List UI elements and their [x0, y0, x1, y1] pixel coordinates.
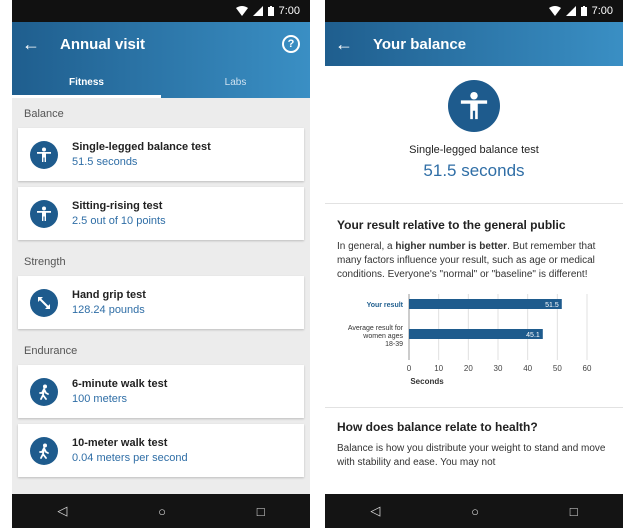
health-section: How does balance relate to health? Balan…: [325, 408, 623, 470]
results-list: Balance Single-legged balance test 51.5 …: [12, 98, 310, 477]
bar-average-result: [409, 329, 543, 339]
bar-your-result: [409, 299, 562, 309]
your-balance-screen: 7:00 ← Your balance Single-legged balanc…: [325, 0, 623, 528]
annual-visit-screen: 7:00 ← Annual visit ? Fitness Labs Balan…: [12, 0, 310, 528]
x-tick-label: 30: [494, 364, 503, 373]
relative-text: In general, a higher number is better. B…: [337, 241, 596, 280]
test-value: 128.24 pounds: [72, 304, 145, 316]
person-icon: [30, 140, 58, 169]
x-tick-label: 60: [583, 364, 592, 373]
test-value: 0.04 meters per second: [72, 452, 188, 464]
comparison-chart: 0 10 20 30 40 50 60 51.5 Your result 45.1 Average …: [325, 290, 623, 408]
wifi-icon: [235, 6, 248, 16]
test-name: Sitting-rising test: [72, 200, 163, 212]
test-card-sitting-rising[interactable]: Sitting-rising test 2.5 out of 10 points: [18, 187, 304, 240]
data-label: 51.5: [545, 302, 559, 309]
help-icon[interactable]: ?: [282, 35, 300, 53]
battery-icon: [267, 6, 274, 16]
resize-arrows-icon: [30, 288, 58, 317]
comparison-bar-chart: 0 10 20 30 40 50 60 51.5 Your result 45.1 Average …: [348, 294, 592, 386]
health-text: Balance is how you distribute your weigh…: [337, 443, 606, 468]
back-arrow-icon[interactable]: ←: [22, 34, 52, 55]
nav-recents-button[interactable]: □: [257, 504, 265, 519]
test-name: 6-minute walk test: [72, 378, 168, 390]
page-title: Annual visit: [60, 35, 146, 53]
nav-home-button[interactable]: ○: [158, 504, 166, 519]
test-name: 10-meter walk test: [72, 437, 168, 449]
person-icon: [448, 80, 500, 132]
test-value: 51.5 seconds: [423, 161, 525, 180]
system-nav-bar: ◁ ○ □: [325, 494, 623, 528]
page-title: Your balance: [373, 35, 467, 53]
result-summary: Single-legged balance test 51.5 seconds: [325, 66, 623, 204]
x-tick-label: 0: [407, 364, 412, 373]
app-bar: ← Annual visit ? Fitness Labs: [12, 22, 310, 98]
status-time: 7:00: [278, 5, 300, 17]
health-heading: How does balance relate to health?: [337, 420, 538, 434]
app-bar: ← Your balance: [325, 22, 623, 66]
test-name: Single-legged balance test: [409, 144, 539, 156]
walking-icon: [30, 377, 58, 406]
test-value: 51.5 seconds: [72, 156, 138, 168]
relative-heading: Your result relative to the general publ…: [337, 218, 566, 232]
status-time: 7:00: [591, 5, 613, 17]
back-arrow-icon[interactable]: ←: [335, 34, 365, 55]
nav-home-button[interactable]: ○: [471, 504, 479, 519]
status-bar: 7:00: [12, 0, 310, 22]
x-tick-label: 50: [553, 364, 562, 373]
section-label-balance: Balance: [24, 108, 64, 120]
walking-icon: [30, 436, 58, 465]
category-label: Your result: [367, 302, 404, 309]
tab-labs[interactable]: Labs: [161, 66, 310, 98]
x-axis-label: Seconds: [410, 377, 444, 386]
x-tick-label: 40: [523, 364, 532, 373]
test-name: Single-legged balance test: [72, 141, 211, 153]
battery-icon: [580, 6, 587, 16]
person-icon: [30, 199, 58, 228]
category-label: Average result for women ages 18-39: [348, 325, 404, 348]
nav-recents-button[interactable]: □: [570, 504, 578, 519]
signal-icon: [252, 6, 263, 16]
nav-back-button[interactable]: ◁: [57, 503, 67, 519]
data-label: 45.1: [526, 332, 540, 339]
nav-back-button[interactable]: ◁: [370, 503, 380, 519]
test-card-single-legged[interactable]: Single-legged balance test 51.5 seconds: [18, 128, 304, 181]
tab-bar: Fitness Labs: [12, 66, 310, 98]
x-tick-label: 10: [434, 364, 443, 373]
test-card-10-meter-walk[interactable]: 10-meter walk test 0.04 meters per secon…: [18, 424, 304, 477]
relative-section: Your result relative to the general publ…: [325, 204, 623, 282]
tab-fitness[interactable]: Fitness: [12, 66, 161, 98]
test-value: 2.5 out of 10 points: [72, 215, 166, 227]
wifi-icon: [548, 6, 561, 16]
x-tick-label: 20: [464, 364, 473, 373]
status-bar: 7:00: [325, 0, 623, 22]
test-card-hand-grip[interactable]: Hand grip test 128.24 pounds: [18, 276, 304, 329]
section-label-endurance: Endurance: [24, 345, 78, 357]
signal-icon: [565, 6, 576, 16]
system-nav-bar: ◁ ○ □: [12, 494, 310, 528]
test-value: 100 meters: [72, 393, 128, 405]
section-label-strength: Strength: [24, 256, 66, 268]
test-card-6-minute-walk[interactable]: 6-minute walk test 100 meters: [18, 365, 304, 418]
test-name: Hand grip test: [72, 289, 146, 301]
